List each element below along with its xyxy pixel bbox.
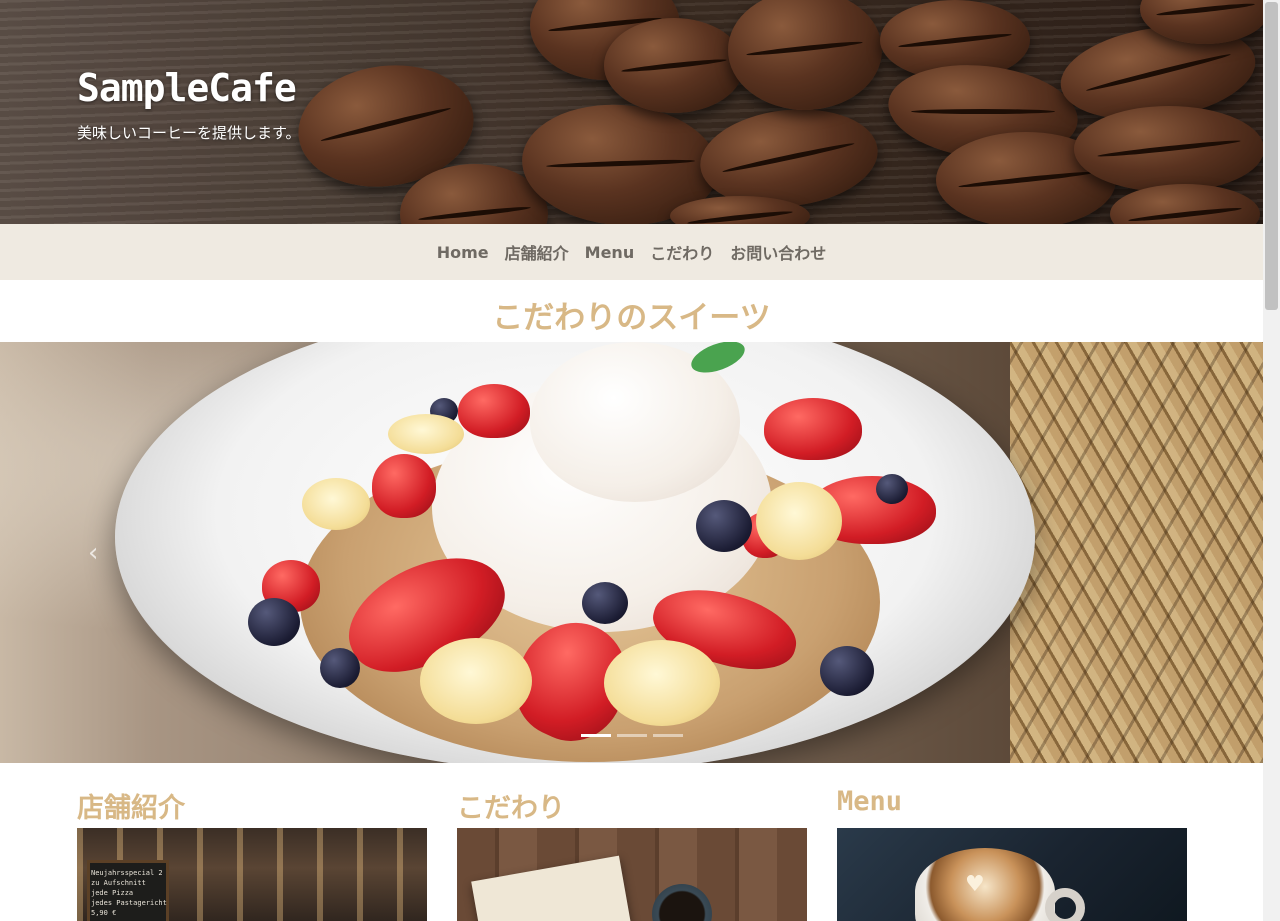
scrollbar-thumb[interactable] (1265, 2, 1278, 310)
wicker-basket (1010, 342, 1263, 763)
blueberry (820, 646, 874, 696)
card-image-store[interactable]: Neujahrsspecial 2 zu Aufschnitt jede Piz… (77, 828, 427, 921)
coffee-bean (1074, 106, 1263, 192)
banana-slice (302, 478, 370, 530)
card-title-store: 店舗紹介 (77, 793, 185, 824)
card-image-menu[interactable]: ♥ (837, 828, 1187, 921)
banana-slice (756, 482, 842, 560)
open-book (471, 855, 633, 921)
card-image-commitment[interactable] (457, 828, 807, 921)
blueberry (876, 474, 908, 504)
mug-handle (1045, 888, 1085, 921)
blueberry (582, 582, 628, 624)
sweets-carousel[interactable]: ‹ (0, 342, 1263, 763)
header-hero: SampleCafe 美味しいコーヒーを提供します。 (0, 0, 1263, 224)
banana-slice (420, 638, 532, 724)
carousel-indicator[interactable] (617, 734, 647, 737)
section-heading-sweets: こだわりのスイーツ (492, 300, 771, 336)
strawberry (458, 384, 530, 438)
site-tagline: 美味しいコーヒーを提供します。 (77, 124, 301, 142)
coffee-bean (604, 18, 744, 113)
main-nav: Home 店舗紹介 Menu こだわり お問い合わせ (0, 224, 1263, 280)
nav-item-menu[interactable]: Menu (585, 243, 635, 262)
blueberry (248, 598, 300, 646)
strawberry (764, 398, 862, 460)
chevron-left-icon[interactable]: ‹ (88, 538, 98, 568)
nav-item-home[interactable]: Home (437, 243, 489, 262)
nav-item-commitment[interactable]: こだわり (650, 240, 714, 264)
carousel-indicators (581, 734, 683, 737)
blueberry (696, 500, 752, 552)
carousel-indicator[interactable] (653, 734, 683, 737)
site-title[interactable]: SampleCafe (77, 66, 297, 110)
nav-item-contact[interactable]: お問い合わせ (730, 240, 826, 264)
carousel-indicator[interactable] (581, 734, 611, 737)
latte-mug (915, 848, 1055, 921)
card-title-menu: Menu (837, 786, 903, 817)
chalkboard-text: Neujahrsspecial 2 zu Aufschnitt jede Piz… (91, 869, 167, 917)
latte-art-heart-icon: ♥ (965, 872, 985, 897)
coffee-cup (652, 884, 712, 921)
banana-slice (388, 414, 464, 454)
blueberry (320, 648, 360, 688)
nav-item-store[interactable]: 店舗紹介 (505, 240, 569, 264)
banana-slice (604, 640, 720, 726)
card-title-commitment: こだわり (457, 793, 565, 824)
page-scrollbar[interactable] (1263, 0, 1280, 921)
strawberry (372, 454, 436, 518)
